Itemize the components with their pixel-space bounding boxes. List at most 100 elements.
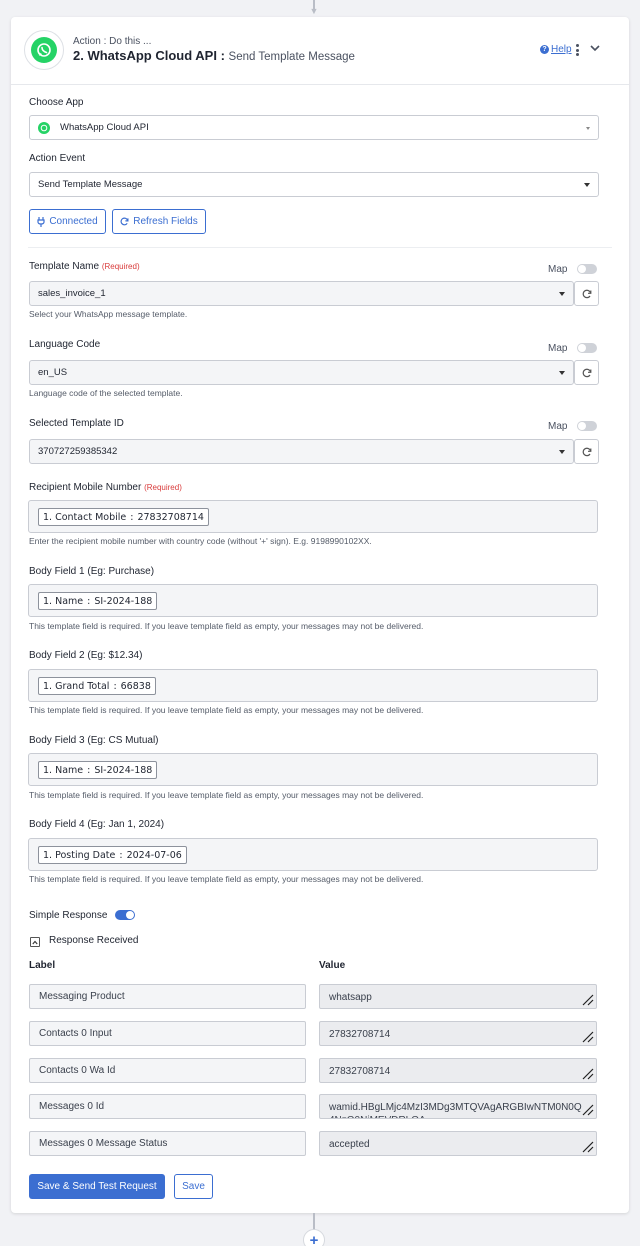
choose-app-value: WhatsApp Cloud API [60, 122, 149, 133]
help-link[interactable]: ? Help [540, 44, 572, 55]
resize-handle-icon[interactable] [580, 1029, 594, 1043]
help-label: Help [551, 44, 572, 55]
action-event-value: Send Template Message [38, 179, 143, 190]
body-field-4-hint: This template field is required. If you … [29, 874, 424, 884]
template-name-value: sales_invoice_1 [38, 288, 106, 299]
mapped-value-pill[interactable]: 1. Grand Total:66838 [38, 677, 156, 695]
plus-icon: + [309, 1231, 319, 1246]
map-toggle[interactable] [577, 421, 597, 431]
map-label: Map [548, 343, 568, 354]
map-label: Map [548, 421, 568, 432]
add-step-button[interactable]: + [303, 1229, 325, 1246]
body-field-1-label: Body Field 1 (Eg: Purchase) [29, 566, 155, 577]
response-row-label: Messages 0 Id [29, 1094, 306, 1119]
language-code-select[interactable]: en_US [29, 360, 574, 385]
body-field-1-hint: This template field is required. If you … [29, 621, 424, 631]
select-caret-icon [586, 127, 590, 130]
body-field-4-input[interactable]: 1. Posting Date:2024-07-06 [28, 838, 598, 871]
simple-response-toggle[interactable] [115, 910, 135, 920]
pill-separator: : [130, 511, 134, 523]
response-row-label: Contacts 0 Wa Id [29, 1058, 306, 1083]
body-field-1-input[interactable]: 1. Name: SI-2024-188 [28, 584, 598, 617]
choose-app-label: Choose App [29, 97, 84, 108]
template-name-label-text: Template Name [29, 261, 100, 272]
refresh-icon [582, 368, 591, 377]
response-row-label: Messaging Product [29, 984, 306, 1009]
resize-handle-icon[interactable] [580, 992, 594, 1006]
pill-value: 27832708714 [137, 511, 204, 523]
step-header[interactable]: Action : Do this ... 2. WhatsApp Cloud A… [11, 17, 629, 85]
response-row-value[interactable]: wamid.HBgLMjc4MzI3MDg3MTQVAgARGBIwNTM0N0… [319, 1094, 597, 1119]
template-id-refresh-button[interactable] [574, 439, 599, 464]
body-field-2-hint: This template field is required. If you … [29, 705, 424, 715]
save-send-test-button[interactable]: Save & Send Test Request [29, 1174, 165, 1199]
response-row-value[interactable]: accepted [319, 1131, 597, 1156]
pill-separator: : [87, 595, 91, 607]
response-received-label: Response Received [49, 935, 139, 946]
required-tag: (Required) [101, 262, 140, 271]
template-name-hint: Select your WhatsApp message template. [29, 309, 188, 319]
pill-field: 1. Name [43, 764, 84, 776]
mapped-value-pill[interactable]: 1. Contact Mobile:27832708714 [38, 508, 209, 526]
step-title-event: Send Template Message [228, 51, 355, 63]
action-event-select[interactable]: Send Template Message [29, 172, 599, 197]
recipient-label-text: Recipient Mobile Number [29, 482, 142, 493]
resize-handle-icon[interactable] [580, 1102, 594, 1116]
action-event-label: Action Event [29, 153, 86, 164]
body-field-2-label: Body Field 2 (Eg: $12.34) [29, 650, 143, 661]
chevron-down-icon[interactable] [589, 43, 601, 53]
template-name-select[interactable]: sales_invoice_1 [29, 281, 574, 306]
resize-handle-icon[interactable] [580, 1139, 594, 1153]
body-field-3-label: Body Field 3 (Eg: CS Mutual) [29, 735, 159, 746]
response-row-value-text: wamid.HBgLMjc4MzI3MDg3MTQVAgARGBIwNTM0N0… [329, 1102, 582, 1118]
pill-separator: : [119, 849, 123, 861]
action-step-card: Action : Do this ... 2. WhatsApp Cloud A… [11, 17, 629, 1213]
template-id-select[interactable]: 370727259385342 [29, 439, 574, 464]
recipient-field[interactable]: 1. Contact Mobile:27832708714 [28, 500, 598, 533]
collapse-response-button[interactable] [30, 937, 40, 947]
refresh-icon [120, 217, 129, 226]
simple-response-label: Simple Response [29, 910, 108, 921]
body-field-2-input[interactable]: 1. Grand Total:66838 [28, 669, 598, 702]
refresh-fields-label: Refresh Fields [133, 216, 198, 227]
resize-handle-icon[interactable] [580, 1066, 594, 1080]
step-title: 2. WhatsApp Cloud API : Send Template Me… [73, 48, 355, 63]
chevron-up-icon [32, 940, 38, 944]
response-row-value[interactable]: 27832708714 [319, 1058, 597, 1083]
map-label: Map [548, 264, 568, 275]
response-row-value[interactable]: whatsapp [319, 984, 597, 1009]
template-name-refresh-button[interactable] [574, 281, 599, 306]
template-id-label: Selected Template ID [29, 418, 124, 429]
map-toggle[interactable] [577, 264, 597, 274]
whatsapp-icon [31, 37, 57, 63]
connected-label: Connected [49, 216, 98, 227]
pill-value: SI-2024-188 [94, 764, 153, 776]
language-code-label: Language Code [29, 339, 101, 350]
step-title-app: 2. WhatsApp Cloud API : [73, 48, 225, 63]
pill-field: 1. Grand Total [43, 680, 110, 692]
map-toggle[interactable] [577, 343, 597, 353]
save-button[interactable]: Save [174, 1174, 213, 1199]
response-row-value-text: 27832708714 [329, 1029, 391, 1040]
connected-button[interactable]: Connected [29, 209, 106, 234]
pill-separator: : [87, 764, 91, 776]
language-code-value: en_US [38, 367, 68, 378]
template-name-label: Template Name (Required) [29, 261, 140, 272]
select-caret-icon [584, 183, 590, 187]
response-row-value[interactable]: 27832708714 [319, 1021, 597, 1046]
choose-app-select[interactable]: WhatsApp Cloud API [29, 115, 599, 140]
pill-value: SI-2024-188 [94, 595, 153, 607]
help-icon: ? [540, 45, 549, 54]
body-field-4-label: Body Field 4 (Eg: Jan 1, 2024) [29, 819, 165, 830]
mapped-value-pill[interactable]: 1. Name: SI-2024-188 [38, 592, 158, 610]
refresh-fields-button[interactable]: Refresh Fields [112, 209, 206, 234]
mapped-value-pill[interactable]: 1. Name: SI-2024-188 [38, 761, 158, 779]
mapped-value-pill[interactable]: 1. Posting Date:2024-07-06 [38, 846, 187, 864]
column-header-label: Label [29, 960, 56, 971]
language-code-refresh-button[interactable] [574, 360, 599, 385]
required-tag: (Required) [144, 483, 182, 492]
pill-value: 66838 [120, 680, 151, 692]
more-options-icon[interactable] [575, 44, 579, 56]
select-caret-icon [559, 450, 565, 454]
body-field-3-input[interactable]: 1. Name: SI-2024-188 [28, 753, 598, 786]
